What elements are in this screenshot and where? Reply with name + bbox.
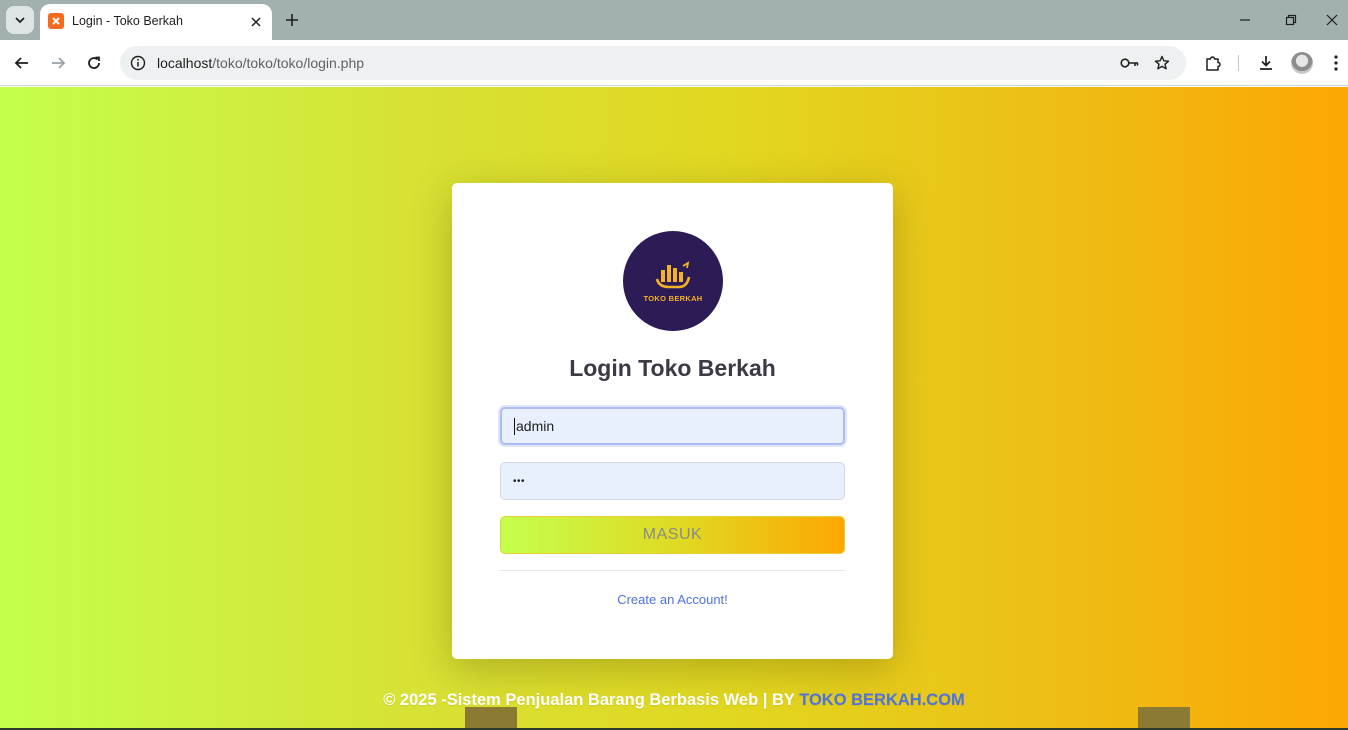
- create-account-link[interactable]: Create an Account!: [452, 592, 893, 607]
- close-window-button[interactable]: [1317, 4, 1347, 36]
- decorative-block: [1138, 707, 1190, 730]
- xampp-icon: [48, 13, 64, 29]
- logo-text: TOKO BERKAH: [643, 294, 703, 303]
- key-icon: [1120, 58, 1139, 68]
- info-icon: [130, 55, 146, 71]
- chevron-down-icon: [15, 17, 25, 24]
- browser-tab-active[interactable]: Login - Toko Berkah: [40, 4, 272, 40]
- decorative-block: [465, 707, 517, 730]
- divider: [500, 570, 845, 571]
- extensions-button[interactable]: [1199, 49, 1227, 77]
- kebab-icon: [1334, 55, 1338, 71]
- text-caret: [514, 417, 515, 435]
- downloads-button[interactable]: [1252, 49, 1280, 77]
- url-host: localhost: [157, 55, 213, 71]
- forward-button[interactable]: [43, 48, 73, 78]
- tab-title: Login - Toko Berkah: [72, 14, 183, 28]
- footer-text: © 2025 -Sistem Penjualan Barang Berbasis…: [383, 691, 800, 709]
- toko-berkah-logo: TOKO BERKAH: [623, 231, 723, 331]
- star-icon: [1154, 55, 1170, 70]
- store-chart-icon: [655, 261, 691, 289]
- page-title: Login Toko Berkah: [569, 355, 776, 381]
- password-input[interactable]: •••: [500, 462, 845, 500]
- close-icon: [251, 17, 261, 27]
- masuk-button[interactable]: MASUK: [500, 516, 845, 554]
- toolbar-separator: [1238, 55, 1239, 71]
- download-icon: [1260, 56, 1272, 70]
- url-text: localhost/toko/toko/toko/login.php: [157, 55, 364, 71]
- new-tab-button[interactable]: [280, 8, 304, 32]
- arrow-right-icon: [52, 57, 66, 69]
- minimize-icon: [1240, 19, 1250, 21]
- tab-close-button[interactable]: [246, 12, 266, 32]
- reload-icon: [88, 56, 100, 69]
- close-icon: [1326, 14, 1338, 26]
- menu-button[interactable]: [1324, 49, 1348, 77]
- reload-button[interactable]: [79, 48, 109, 78]
- page-viewport: TOKO BERKAH Login Toko Berkah admin ••• …: [0, 87, 1348, 730]
- restore-icon: [1285, 14, 1297, 26]
- minimize-button[interactable]: [1225, 4, 1265, 36]
- username-input[interactable]: admin: [500, 407, 845, 445]
- restore-button[interactable]: [1271, 4, 1311, 36]
- address-bar[interactable]: localhost/toko/toko/toko/login.php: [120, 46, 1186, 80]
- login-card: TOKO BERKAH Login Toko Berkah admin ••• …: [452, 183, 893, 659]
- tab-search-button[interactable]: [6, 6, 34, 34]
- profile-avatar[interactable]: [1291, 52, 1313, 74]
- plus-icon: [286, 14, 298, 26]
- password-manager-button[interactable]: [1118, 51, 1142, 75]
- username-value: admin: [516, 418, 555, 434]
- password-value: •••: [513, 475, 526, 487]
- site-info-button[interactable]: [126, 51, 150, 75]
- footer-brand-link[interactable]: TOKO BERKAH.COM: [799, 691, 965, 709]
- tab-bar: Login - Toko Berkah: [0, 0, 1348, 40]
- url-path: /toko/toko/toko/login.php: [212, 55, 365, 71]
- bookmark-button[interactable]: [1150, 51, 1174, 75]
- arrow-left-icon: [14, 57, 28, 69]
- browser-toolbar: localhost/toko/toko/toko/login.php: [0, 40, 1348, 86]
- puzzle-icon: [1206, 56, 1221, 71]
- back-button[interactable]: [7, 48, 37, 78]
